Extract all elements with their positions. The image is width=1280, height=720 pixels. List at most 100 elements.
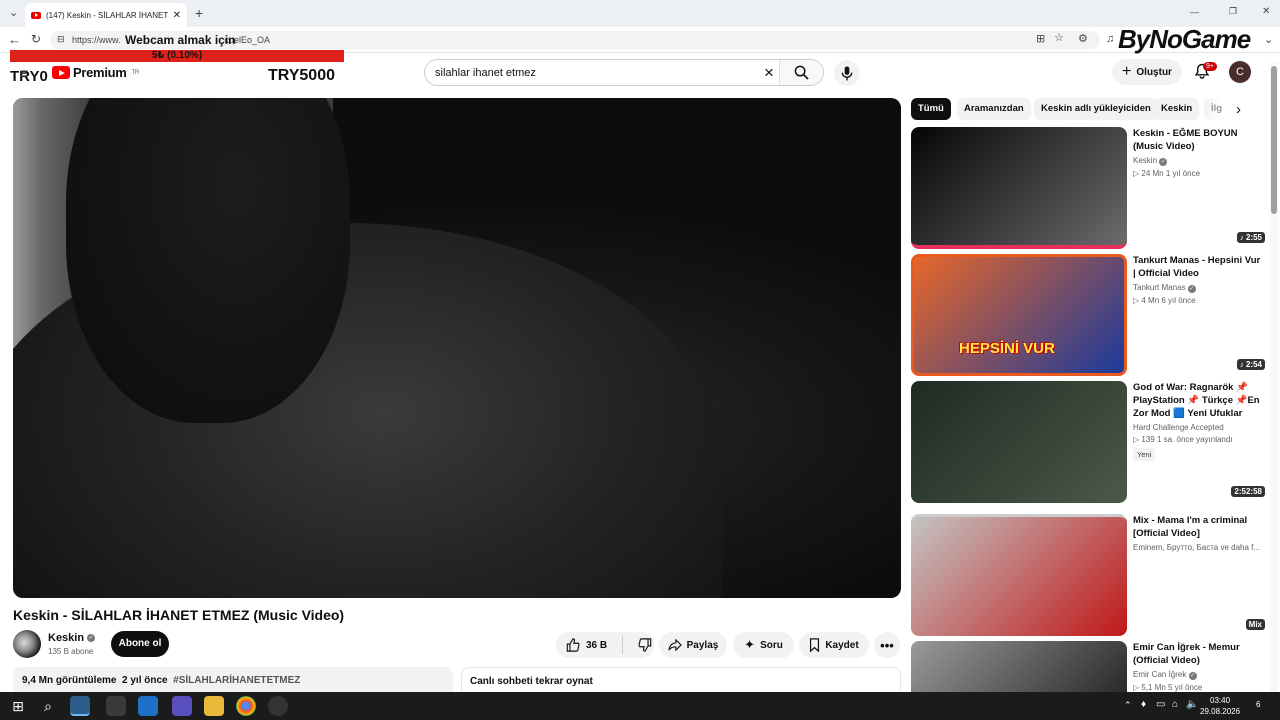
voice-search-button[interactable] [834,60,860,86]
like-button[interactable]: 36 B [566,638,607,652]
verified-icon: ✓ [1159,158,1168,166]
video-hashtag[interactable]: #SİLAHLARİHANETETMEZ [173,675,300,686]
favorite-star-icon[interactable]: ☆ [1054,33,1064,44]
tab-list-chevron-icon[interactable]: ⌄ [9,8,18,19]
save-button[interactable]: Kaydet [799,632,869,658]
related-channel[interactable]: Tankurt Manas ✓ [1133,283,1265,293]
duration-badge: Mix [1245,619,1265,630]
related-meta: ▷ 4 Mn 6 yıl önce [1133,296,1196,305]
taskbar-search-icon[interactable]: ⌕ [38,696,58,716]
donation-progress-bar: 5₺ (0.10%) [10,50,344,62]
related-video-card[interactable]: 2:52:58 God of War: Ragnarök 📌 PlayStatio… [911,381,1271,503]
related-channel-name: Tankurt Manas [1133,283,1186,292]
related-channel[interactable]: Hard Challenge Accepted [1133,423,1265,432]
notification-center-icon[interactable]: 6 [1256,701,1260,709]
browser-menu-icon[interactable]: ⌄ [1264,35,1273,46]
tray-display-icon[interactable]: ▭ [1156,700,1165,710]
more-actions-button[interactable]: ••• [874,632,900,658]
related-video-title[interactable]: God of War: Ragnarök 📌 PlayStation 📌 Tür… [1133,381,1265,420]
view-count: 9,4 Mn görüntüleme [22,675,117,686]
network-icon[interactable]: ⌂ [1172,700,1178,710]
related-video-card[interactable]: ♪ 2:55 Keskin - EĞME BOYUN (Music Video) K… [911,127,1271,249]
channel-name[interactable]: Keskin ✓ [48,632,96,644]
youtube-play-icon [52,66,70,79]
video-player[interactable] [13,98,901,598]
teams-icon[interactable] [172,696,192,716]
youtube-premium-logo[interactable]: Premium TR [52,65,139,80]
mail-icon[interactable] [138,696,158,716]
site-info-icon[interactable]: ⊟ [57,35,65,44]
search-bar[interactable]: silahlar ihanet etmez × [424,59,824,86]
video-thumbnail[interactable] [911,254,1127,376]
region-code: TR [131,69,140,76]
page-scrollbar[interactable] [1270,62,1278,692]
new-tab-button[interactable]: + [195,6,203,20]
chrome-icon[interactable] [236,696,256,716]
extensions-icon[interactable]: ⚙ [1078,34,1088,45]
channel-avatar[interactable] [13,630,41,658]
bynogame-logo: ByNoGame [1118,24,1251,54]
create-button[interactable]: + Oluştur [1112,59,1182,85]
ask-button[interactable]: ✦ Soru [733,632,794,658]
chip-related[interactable]: İlg [1204,98,1222,120]
search-input[interactable]: silahlar ihanet etmez [425,67,759,79]
windows-start-icon[interactable]: ⊞ [8,696,28,716]
browser-tab[interactable]: (147) Keskin - SİLAHLAR İHANET E ✕ [25,3,187,27]
related-video-card[interactable]: Emir Can İğrek - Memur (Official Video) E… [911,641,1271,692]
tray-chevron-icon[interactable]: ⌃ [1124,701,1132,710]
donation-min-amount: TRY0 [10,68,48,85]
account-avatar[interactable]: C [1229,61,1251,83]
maximize-icon[interactable]: ❐ [1229,7,1237,16]
video-info: Mix - Mama I'm a criminal [Official Vide… [1133,514,1265,552]
windows-taskbar: ⊞ ⌕ ⌃ ♦ ▭ ⌂ 🔈 03:40 29.08.2026 6 [0,692,1280,720]
store-icon[interactable] [106,696,126,716]
share-button[interactable]: Paylaş [659,632,727,658]
clear-search-icon[interactable]: × [759,63,779,83]
edge-browser-icon[interactable] [70,696,90,716]
chip-all[interactable]: Tümü [911,98,951,120]
chips-next-chevron-icon[interactable]: › [1236,102,1241,117]
media-icon[interactable]: ♫ [1106,34,1114,45]
window-close-icon[interactable]: ✕ [1262,7,1270,17]
tray-mic-icon[interactable]: ♦ [1141,700,1146,710]
video-thumbnail[interactable] [911,381,1127,503]
url-text: https://www. [72,35,121,45]
system-clock[interactable]: 03:40 29.08.2026 [1200,695,1240,717]
channel-name-text: Keskin [48,632,85,644]
chip-from-search[interactable]: Aramanızdan [957,98,1031,120]
apps-icon[interactable]: ⊞ [1036,34,1045,45]
subscribe-button[interactable]: Abone ol [111,631,169,657]
minimize-icon[interactable]: — [1190,8,1199,17]
tab-close-icon[interactable]: ✕ [173,10,181,21]
related-meta: ▷ 24 Mn 1 yıl önce [1133,169,1201,178]
related-video-title[interactable]: Tankurt Manas - Hepsini Vur | Official V… [1133,254,1265,280]
youtube-favicon-icon [31,11,41,19]
chip-keskin[interactable]: Keskin [1154,98,1200,120]
video-thumbnail[interactable] [911,514,1127,636]
obs-icon[interactable] [268,696,288,716]
thumbs-down-icon[interactable] [638,638,652,652]
related-video-title[interactable]: Keskin - EĞME BOYUN (Music Video) [1133,127,1265,153]
related-channel[interactable]: Keskin ✓ [1133,156,1265,166]
thumbnail-text: HEPSİNİ VUR [959,340,1055,357]
related-video-card[interactable]: HEPSİNİ VUR ♪ 2:54 Tankurt Manas - Hepsini… [911,254,1271,376]
reload-icon[interactable]: ↻ [31,33,41,45]
related-video-card[interactable]: Mix Mix - Mama I'm a criminal [Official V… [911,514,1271,636]
scrollbar-thumb[interactable] [1271,66,1277,214]
hamburger-menu-icon[interactable]: ≡ [20,66,28,80]
back-icon[interactable]: ← [8,33,21,46]
video-thumbnail[interactable] [911,641,1127,692]
chip-from-uploader[interactable]: Keskin adlı yükleyiciden [1034,98,1158,120]
related-video-title[interactable]: Mix - Mama I'm a criminal [Official Vide… [1133,514,1265,540]
search-button[interactable] [779,60,823,85]
clock-date: 29.08.2026 [1200,707,1241,716]
video-thumbnail[interactable] [911,127,1127,249]
related-video-title[interactable]: Emir Can İğrek - Memur (Official Video) [1133,641,1265,667]
file-explorer-icon[interactable] [204,696,224,716]
duration-badge: ♪ 2:54 [1236,359,1265,370]
sparkle-icon: ✦ [744,637,756,652]
related-channel-name: Hard Challenge Accepted [1133,423,1224,432]
volume-icon[interactable]: 🔈 [1186,700,1198,710]
related-channel[interactable]: Emir Can İğrek ✓ [1133,670,1265,680]
related-channel[interactable]: Eminem, Брутто, Баста ve daha f... [1133,543,1265,552]
